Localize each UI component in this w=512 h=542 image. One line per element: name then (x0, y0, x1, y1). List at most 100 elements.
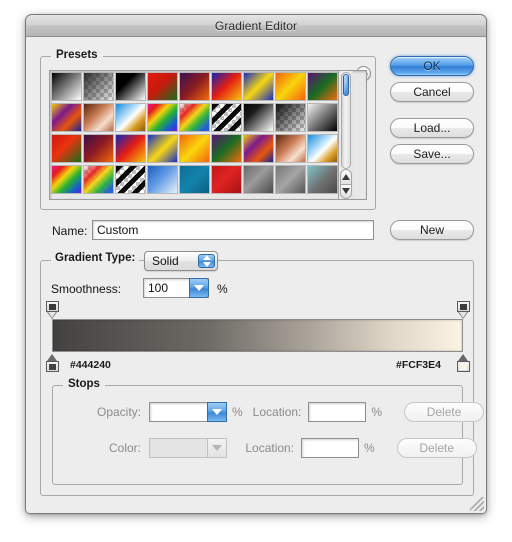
preset-swatch-spectrum-2[interactable] (51, 165, 82, 194)
preset-swatch-spectrum[interactable] (147, 103, 178, 132)
swatch-gradient-overlay (116, 166, 145, 193)
preset-swatch-red-solid[interactable] (211, 165, 242, 194)
stop-pointer (46, 354, 57, 361)
preset-swatch-black-white[interactable] (115, 72, 146, 101)
name-input[interactable]: Custom (92, 220, 374, 240)
preset-swatch-teal-solid[interactable] (179, 165, 210, 194)
color-stop-row: Color: Location: % Delete (53, 438, 477, 458)
stop-color-chip (459, 304, 467, 310)
gradient-editor-window: Gradient Editor Presets OK Cancel Load..… (25, 14, 487, 514)
preset-swatch-blue-white[interactable] (147, 165, 178, 194)
preset-swatch-chrome[interactable] (115, 103, 146, 132)
stop-color-chip (48, 304, 56, 310)
preset-swatch-orange-yellow-orange-2[interactable] (179, 134, 210, 163)
opacity-label: Opacity: (96, 405, 141, 419)
color-dropdown-button[interactable] (207, 438, 227, 458)
resize-grip-icon[interactable] (470, 497, 484, 511)
cancel-button[interactable]: Cancel (390, 82, 474, 102)
swatch-gradient-overlay (276, 104, 305, 131)
preset-swatch-transparent-stripes[interactable] (211, 103, 242, 132)
preset-swatch-violet-green-orange[interactable] (307, 72, 338, 101)
smoothness-input[interactable]: 100 (143, 278, 209, 298)
stop-pointer-inner (47, 312, 56, 318)
opacity-percent-label: % (232, 405, 243, 419)
preset-swatch-transparent-stripes-2[interactable] (115, 165, 146, 194)
gradient-preview-bar[interactable] (52, 319, 463, 352)
preset-swatch-transparent-rainbow[interactable] (179, 103, 210, 132)
preset-swatch-red-orange-green[interactable] (51, 134, 82, 163)
preset-swatch-violet-orange[interactable] (179, 72, 210, 101)
presets-scrollbar[interactable] (338, 71, 353, 199)
color-delete-button[interactable]: Delete (396, 438, 477, 458)
swatch-gradient-overlay (180, 104, 209, 131)
smoothness-dropdown-button[interactable] (189, 278, 209, 298)
preset-swatch-black-white-2[interactable] (243, 103, 274, 132)
new-button[interactable]: New (390, 220, 474, 240)
preset-swatch-copper[interactable] (83, 103, 114, 132)
opacity-stop-row: Opacity: % Location: % Delete (53, 402, 485, 422)
preset-swatch-blue-red-yellow-2[interactable] (115, 134, 146, 163)
presets-swatch-well[interactable] (49, 70, 367, 200)
triangle-up-icon (342, 173, 350, 180)
preset-swatch-yellow-violet-orange-blue-2[interactable] (243, 134, 274, 163)
preset-swatch-blue-red-yellow[interactable] (211, 72, 242, 101)
triangle-up-icon (202, 255, 211, 260)
opacity-stop-left[interactable] (45, 301, 59, 319)
opacity-dropdown-button[interactable] (207, 402, 227, 422)
preset-swatch-violet-orange-2[interactable] (83, 134, 114, 163)
color-field-wrap[interactable] (149, 438, 227, 458)
smoothness-percent-label: % (217, 282, 228, 296)
presets-group-title: Presets (51, 49, 103, 61)
scroll-up-button[interactable] (340, 169, 352, 184)
preset-swatch-black-transparent[interactable] (275, 103, 306, 132)
color-stop-right[interactable] (456, 354, 470, 372)
ok-button[interactable]: OK (390, 56, 474, 76)
preset-swatch-transparent-rainbow-2[interactable] (83, 165, 114, 194)
preset-swatch-yellow-violet-orange-blue[interactable] (51, 103, 82, 132)
preset-swatch-orange-yellow-orange[interactable] (275, 72, 306, 101)
preset-swatch-teal-gray[interactable] (307, 165, 338, 194)
load-button[interactable]: Load... (390, 118, 474, 138)
smoothness-label: Smoothness: (51, 282, 122, 296)
color-location-input[interactable] (301, 438, 360, 458)
preset-swatch-foreground-to-transparent[interactable] (83, 72, 114, 101)
stops-group-title: Stops (63, 378, 105, 390)
opacity-location-input[interactable] (308, 402, 367, 422)
color-spacer (227, 441, 245, 455)
opacity-stop-right[interactable] (456, 301, 470, 319)
gradient-type-select[interactable]: Solid (144, 251, 218, 271)
preset-swatch-gray-gradient[interactable] (243, 165, 274, 194)
swatch-gradient-overlay (212, 104, 241, 131)
name-label: Name: (52, 224, 88, 238)
gradient-hex-left: #444240 (70, 359, 111, 371)
preset-swatch-red-green[interactable] (147, 72, 178, 101)
stop-pointer (457, 354, 468, 361)
save-button[interactable]: Save... (390, 144, 474, 164)
scrollbar-track[interactable] (341, 72, 351, 169)
stops-group: Stops Opacity: % Location: % Delete Colo… (52, 378, 485, 485)
preset-swatch-white-black[interactable] (307, 103, 338, 132)
opacity-field-wrap[interactable] (149, 402, 227, 422)
color-stop-left[interactable] (45, 354, 59, 372)
preset-swatch-blue-yellow-blue-2[interactable] (147, 134, 178, 163)
stepper-arrows-icon[interactable] (198, 254, 215, 268)
opacity-delete-button[interactable]: Delete (404, 402, 485, 422)
preset-swatch-copper-2[interactable] (275, 134, 306, 163)
preset-swatch-blue-yellow-blue[interactable] (243, 72, 274, 101)
smoothness-value: 100 (148, 281, 169, 295)
preset-swatch-violet-green-orange-2[interactable] (211, 134, 242, 163)
scrollbar-arrows[interactable] (340, 169, 352, 199)
triangle-down-icon (202, 262, 211, 267)
color-label: Color: (108, 441, 141, 455)
stop-color-chip (459, 364, 467, 370)
preset-swatch-chrome-2[interactable] (307, 134, 338, 163)
chevron-down-icon (212, 445, 222, 451)
scroll-down-button[interactable] (340, 183, 352, 199)
window-titlebar[interactable]: Gradient Editor (26, 15, 486, 37)
triangle-down-icon (342, 188, 350, 195)
preset-swatch-foreground-to-background[interactable] (51, 72, 82, 101)
scrollbar-thumb[interactable] (343, 74, 349, 96)
presets-swatch-grid[interactable] (50, 71, 338, 199)
preset-swatch-gray-gradient-2[interactable] (275, 165, 306, 194)
dialog-body: Presets OK Cancel Load... Save... New Na… (26, 37, 486, 513)
